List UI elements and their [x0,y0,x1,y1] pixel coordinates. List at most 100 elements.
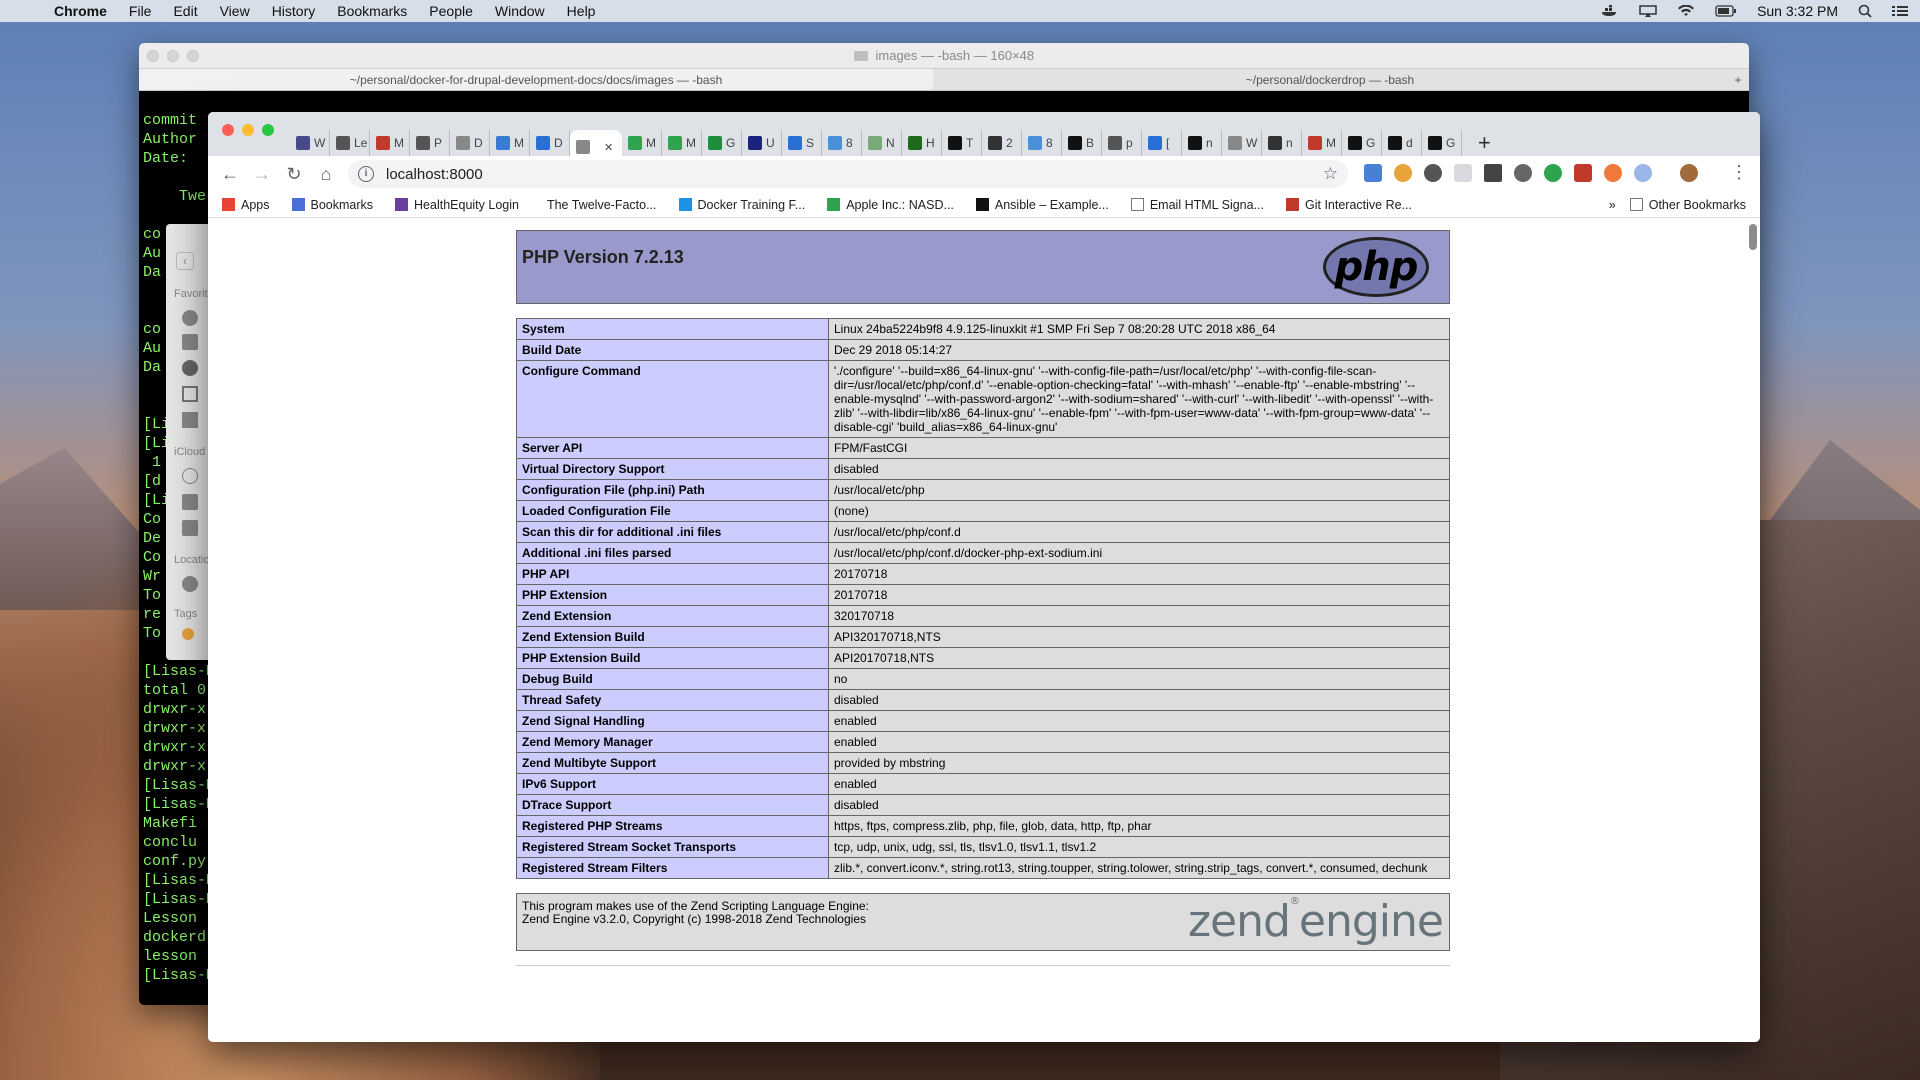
chrome-tab[interactable]: D [530,130,570,156]
documents-folder-icon[interactable] [182,520,198,536]
menubar-people[interactable]: People [429,3,473,19]
zend-engine-logo[interactable]: zend®engine [1188,896,1444,947]
extension-10-icon[interactable] [1634,164,1652,182]
chrome-window[interactable]: W Le M P D M D ✕ M M G U S 8 N H T 2 8 Bp [n Wn M Gd G + ← → ↻ ⌂ … [208,112,1760,1042]
spotlight-search-icon[interactable] [1858,4,1872,18]
settings-extension-icon[interactable] [1514,164,1532,182]
icloud-drive-icon[interactable] [182,468,198,484]
forward-arrow-icon[interactable]: → [248,164,276,185]
battery-icon[interactable] [1715,5,1737,17]
chrome-menu-icon[interactable]: ⋮ [1730,162,1748,183]
chrome-tab[interactable]: Le [330,130,370,156]
menubar-help[interactable]: Help [567,3,596,19]
terminal-titlebar[interactable]: images — -bash — 160×48 [139,43,1749,69]
site-info-icon[interactable]: i [358,166,374,182]
airplay-icon[interactable] [1639,5,1657,17]
wordpress-extension-icon[interactable] [1424,164,1442,182]
page-scrollbar[interactable] [1749,224,1757,250]
chrome-tab[interactable]: 2 [982,130,1022,156]
bookmark-star-icon[interactable]: ☆ [1323,164,1338,184]
chrome-tab[interactable]: G [1342,130,1382,156]
chrome-tab[interactable]: S [782,130,822,156]
bookmark-item[interactable]: HealthEquity Login [395,198,519,212]
tab-close-icon[interactable]: ✕ [604,141,613,154]
menubar-app-name[interactable]: Chrome [54,3,107,19]
chrome-tab[interactable]: W [290,130,330,156]
bookmark-item[interactable]: Ansible – Example... [975,198,1109,212]
menubar-bookmarks[interactable]: Bookmarks [337,3,407,19]
chrome-tab[interactable]: G [702,130,742,156]
airdrop-icon[interactable] [182,310,198,326]
tag-orange-icon[interactable] [182,628,194,640]
chrome-tab[interactable]: B [1062,130,1102,156]
chrome-tab[interactable]: 8 [1022,130,1062,156]
other-bookmarks[interactable]: Other Bookmarks [1629,198,1746,212]
address-bar[interactable]: i localhost:8000 ☆ [348,160,1348,188]
back-arrow-icon[interactable]: ← [216,164,244,185]
home-icon[interactable]: ⌂ [312,164,340,185]
bookmark-item[interactable]: Git Interactive Re... [1286,198,1412,212]
bookmark-item[interactable]: Email HTML Signa... [1130,198,1264,212]
chrome-zoom-button[interactable] [262,124,274,136]
menubar-history[interactable]: History [272,3,316,19]
menubar-file[interactable]: File [129,3,152,19]
chrome-tab[interactable]: T [942,130,982,156]
wifi-icon[interactable] [1677,5,1695,17]
new-tab-button[interactable]: + [1478,130,1491,156]
bookmark-item[interactable]: The Twelve-Facto... [541,198,657,212]
extension-2-icon[interactable] [1394,164,1412,182]
extension-8-icon[interactable] [1574,164,1592,182]
chrome-tab[interactable]: N [862,130,902,156]
downloads-icon[interactable] [182,360,198,376]
notification-center-icon[interactable] [1892,5,1908,17]
profile-avatar[interactable] [1680,164,1698,182]
chrome-tab[interactable]: P [410,130,450,156]
applications-icon[interactable] [182,386,198,402]
menubar-view[interactable]: View [220,3,250,19]
chrome-tab[interactable]: [ [1142,130,1182,156]
bookmark-item[interactable]: Docker Training F... [678,198,805,212]
chrome-tab[interactable]: M [1302,130,1342,156]
chrome-tab[interactable]: 8 [822,130,862,156]
extension-7-icon[interactable] [1544,164,1562,182]
extension-4-icon[interactable] [1454,164,1472,182]
chrome-tab[interactable]: M [662,130,702,156]
bookmarks-overflow-button[interactable]: » [1609,198,1616,212]
page-content[interactable]: PHP Version 7.2.13 php System Linux 24ba5… [208,218,1760,1042]
extension-5-icon[interactable] [1484,164,1502,182]
menubar-edit[interactable]: Edit [173,3,197,19]
chrome-tab[interactable]: n [1262,130,1302,156]
docker-whale-icon[interactable] [1601,5,1619,17]
terminal-tab-images[interactable]: ~/personal/docker-for-drupal-development… [139,69,933,90]
terminal-zoom-button[interactable] [187,50,199,62]
bookmark-item[interactable]: Bookmarks [291,198,373,212]
chrome-tab[interactable]: W [1222,130,1262,156]
chrome-close-button[interactable] [222,124,234,136]
address-bar-url[interactable]: localhost:8000 [386,166,483,183]
chrome-tab[interactable]: n [1182,130,1222,156]
chrome-minimize-button[interactable] [242,124,254,136]
chrome-tab[interactable]: U [742,130,782,156]
terminal-close-button[interactable] [147,50,159,62]
reload-icon[interactable]: ↻ [280,164,308,185]
chrome-tab[interactable]: G [1422,130,1462,156]
chrome-tab[interactable]: p [1102,130,1142,156]
chrome-tab[interactable]: M [370,130,410,156]
terminal-new-tab-button[interactable]: + [1727,69,1749,90]
home-icon[interactable] [182,412,198,428]
chrome-tab[interactable]: M [490,130,530,156]
terminal-tab-dockerdrop[interactable]: ~/personal/dockerdrop — -bash [933,69,1727,90]
chrome-tab[interactable]: D [450,130,490,156]
finder-back-button[interactable]: ‹ [176,252,194,270]
chrome-tab[interactable]: H [902,130,942,156]
disk-icon[interactable] [182,576,198,592]
menubar-window[interactable]: Window [495,3,545,19]
extension-1-icon[interactable] [1364,164,1382,182]
chrome-tab[interactable]: M [622,130,662,156]
menubar-clock[interactable]: Sun 3:32 PM [1757,3,1838,19]
extension-9-icon[interactable] [1604,164,1622,182]
desktop-folder-icon[interactable] [182,494,198,510]
php-logo[interactable]: php [1323,237,1429,297]
bookmark-item[interactable]: Apps [222,198,270,212]
recents-icon[interactable] [182,334,198,350]
